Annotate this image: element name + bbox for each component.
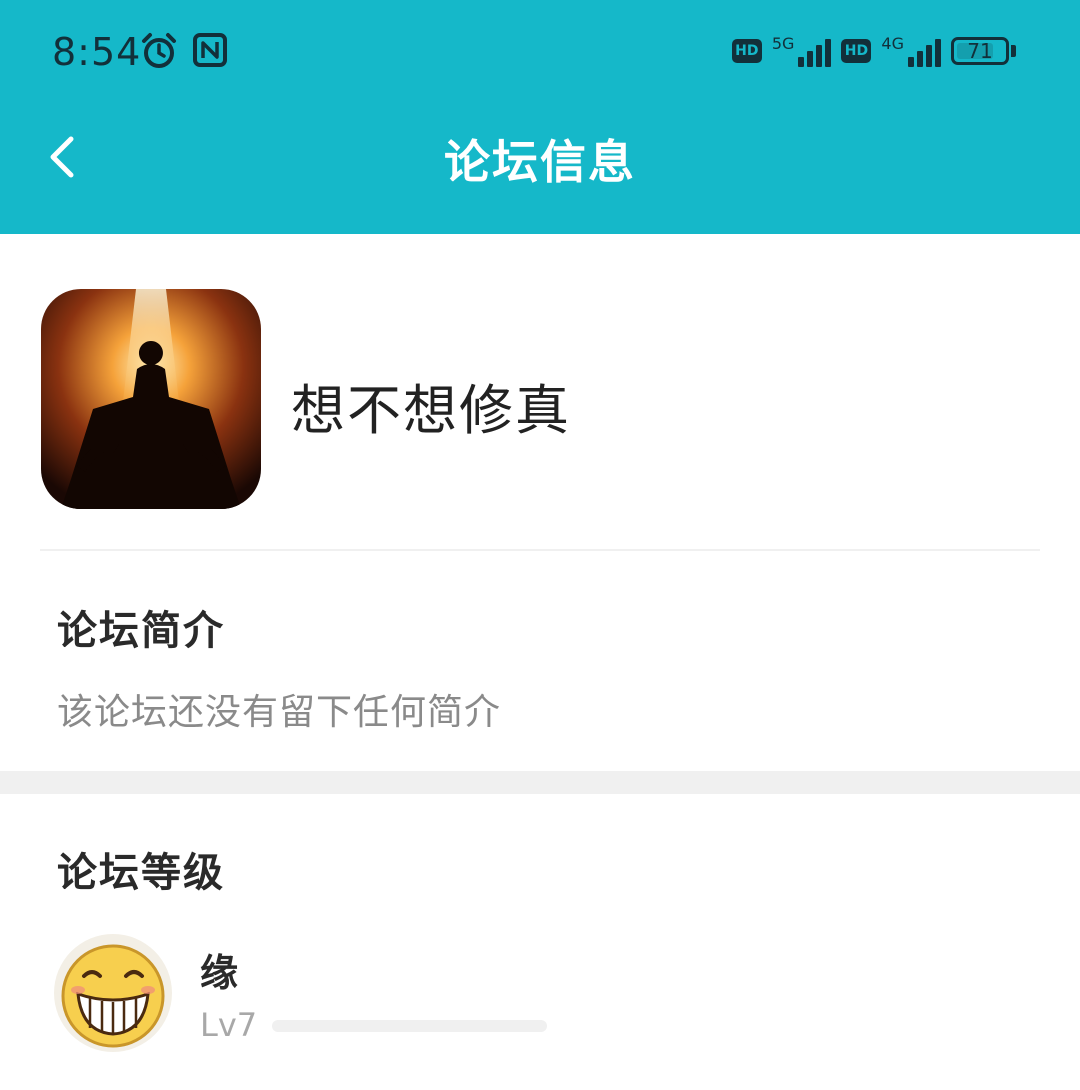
nfc-icon <box>192 32 228 74</box>
divider <box>40 549 1040 551</box>
signal-icon-2 <box>908 35 941 67</box>
battery-tip <box>1011 44 1016 57</box>
battery-icon: 71 <box>951 36 1009 65</box>
app-header: 8:54 HD 5G HD 4G 71 论坛信息 <box>0 0 1080 234</box>
member-name: 缘 <box>200 951 239 995</box>
forum-name: 想不想修真 <box>291 379 571 442</box>
level-section-title: 论坛等级 <box>57 850 225 896</box>
status-time: 8:54 <box>52 30 142 74</box>
member-level: Lv7 <box>200 1006 258 1044</box>
page-title: 论坛信息 <box>444 135 636 189</box>
status-right: HD 5G HD 4G 71 <box>731 34 1016 67</box>
alarm-icon <box>140 32 178 74</box>
intro-text: 该论坛还没有留下任何简介 <box>57 692 502 733</box>
member-avatar[interactable] <box>54 934 172 1052</box>
hd-badge: HD <box>731 38 762 63</box>
level-progress-bar <box>272 1020 547 1032</box>
intro-section-title: 论坛简介 <box>57 608 225 654</box>
battery-level: 71 <box>967 38 993 63</box>
grin-emoji-icon <box>61 944 165 1048</box>
status-left-icons <box>140 32 228 74</box>
signal-icon <box>798 35 832 67</box>
section-divider <box>0 771 1080 794</box>
network-label-4g: 4G <box>881 34 904 53</box>
forum-avatar <box>41 289 261 509</box>
network-label-5g: 5G <box>771 34 795 53</box>
hd-badge-2: HD <box>841 38 872 63</box>
